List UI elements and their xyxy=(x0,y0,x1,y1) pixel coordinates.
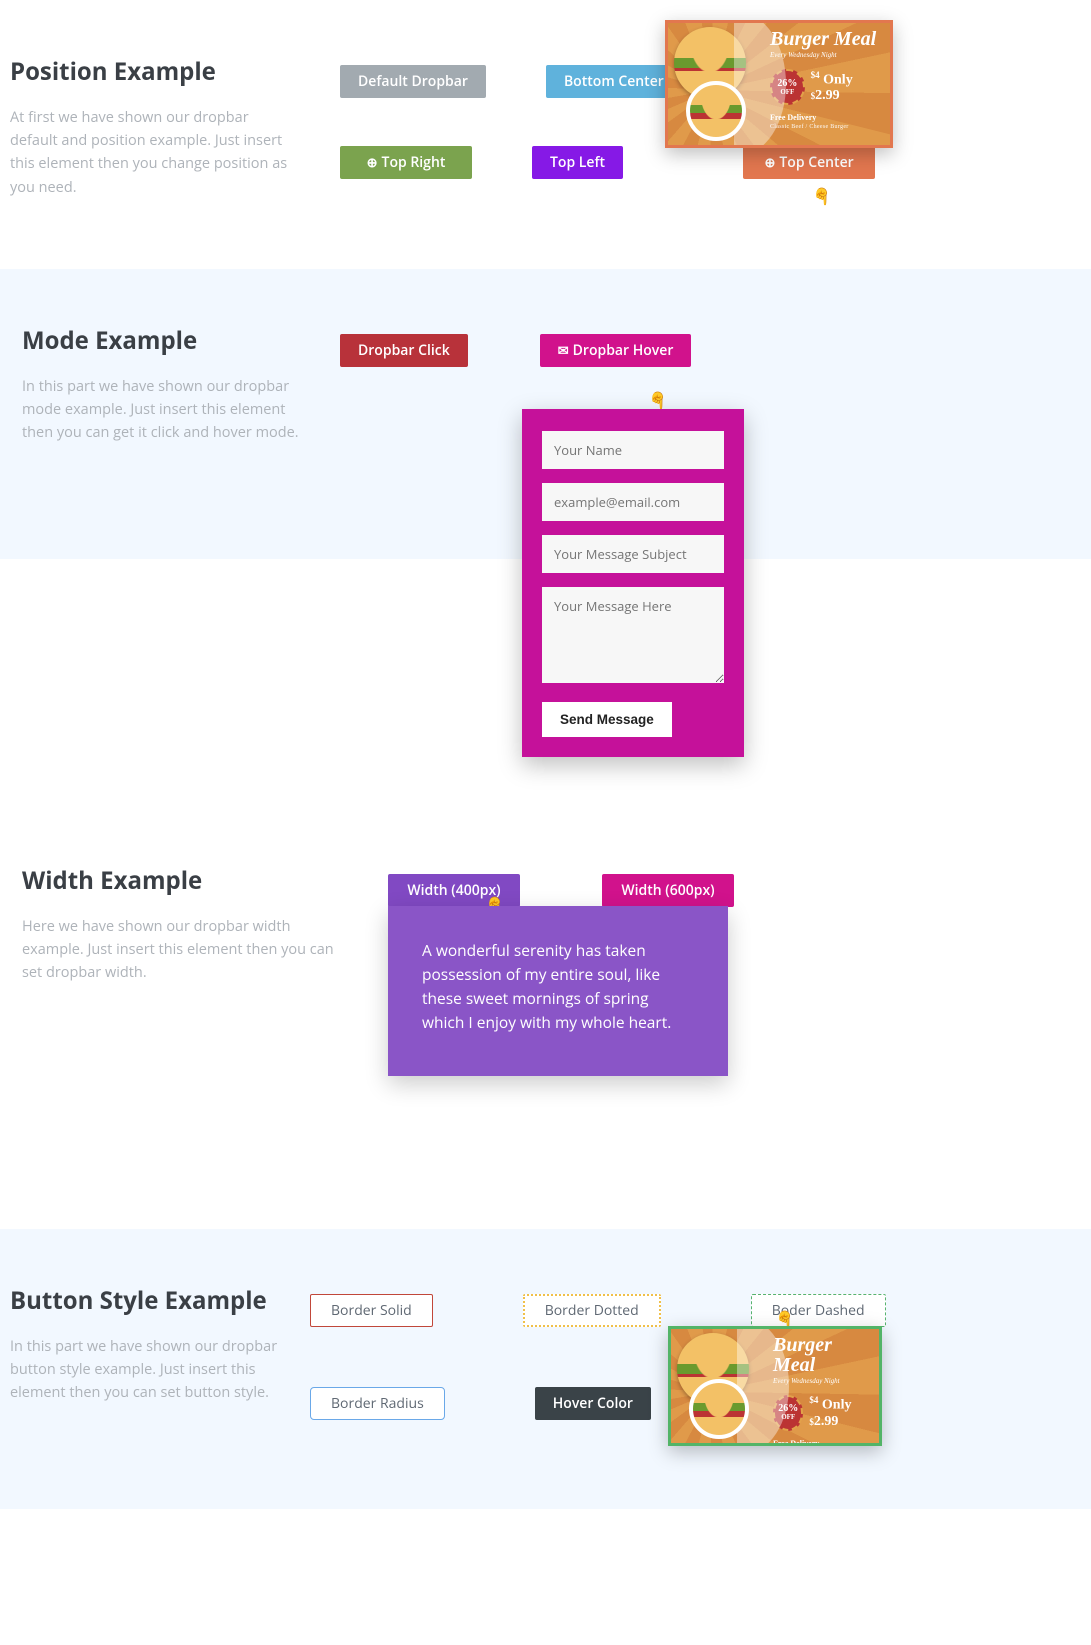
default-dropbar-button[interactable]: Default Dropbar xyxy=(340,65,486,98)
border-dotted-button[interactable]: Border Dotted xyxy=(523,1294,661,1327)
top-center-button[interactable]: Top Center xyxy=(743,146,875,179)
price-val: 2.99 xyxy=(815,88,840,103)
name-input[interactable] xyxy=(542,431,724,469)
price-pre: $4 xyxy=(811,70,820,80)
contact-form-panel: Send Message xyxy=(522,409,744,757)
ad-price: $4 Only $2.99 xyxy=(811,70,882,105)
width-600-button[interactable]: Width (600px) xyxy=(602,874,734,907)
position-desc: At first we have shown our dropbar defau… xyxy=(10,106,300,199)
ad-free: Free Delivery xyxy=(773,1439,871,1446)
border-dashed-button[interactable]: Boder Dashed xyxy=(751,1294,886,1327)
border-solid-button[interactable]: Border Solid xyxy=(310,1294,433,1327)
price-pre: $4 xyxy=(809,1395,818,1405)
price-val: 2.99 xyxy=(814,1414,839,1429)
border-radius-button[interactable]: Border Radius xyxy=(310,1387,445,1420)
mode-desc: In this part we have shown our dropbar m… xyxy=(22,375,300,445)
top-left-button[interactable]: Top Left xyxy=(532,146,623,179)
width-title: Width Example xyxy=(22,864,350,897)
bottom-center-button[interactable]: Bottom Center xyxy=(546,65,682,98)
width-content-panel: A wonderful serenity has taken possessio… xyxy=(388,906,728,1076)
mode-title: Mode Example xyxy=(22,324,300,357)
ad-price: $4 Only $2.99 xyxy=(809,1395,871,1430)
panel-text: A wonderful serenity has taken possessio… xyxy=(422,939,671,1033)
width-400-button[interactable]: Width (400px) xyxy=(388,874,520,907)
top-right-label: Top Right xyxy=(382,153,446,172)
style-title: Button Style Example xyxy=(10,1284,290,1317)
dropbar-hover-button[interactable]: Dropbar Hover xyxy=(540,334,692,367)
position-title: Position Example xyxy=(10,55,300,88)
price-only: Only xyxy=(822,1398,852,1413)
dropbar-click-button[interactable]: Dropbar Click xyxy=(340,334,468,367)
mode-buttons: Dropbar Click Dropbar Hover xyxy=(320,324,1081,367)
style-desc: In this part we have shown our dropbar b… xyxy=(10,1335,290,1405)
arrow-circle-icon xyxy=(367,153,378,172)
burger-image xyxy=(671,1329,763,1443)
envelope-icon xyxy=(558,341,569,360)
burger-ad-card-green: Burger Meal Every Wednesday Night 26% OF… xyxy=(668,1326,882,1446)
width-buttons: Width (400px) Width (600px) xyxy=(370,864,1081,907)
price-only: Only xyxy=(823,72,853,87)
subject-input[interactable] xyxy=(542,535,724,573)
ad-subtitle: Every Wednesday Night xyxy=(770,51,882,59)
hover-color-button[interactable]: Hover Color xyxy=(535,1387,651,1420)
ad-title: Burger Meal xyxy=(770,29,882,49)
ad-tiny: Classic Beef / Cheese Burger xyxy=(770,124,882,130)
width-desc: Here we have shown our dropbar width exa… xyxy=(22,915,350,985)
top-right-button[interactable]: Top Right xyxy=(340,146,472,179)
top-center-label: Top Center xyxy=(779,153,853,172)
arrow-circle-icon xyxy=(764,153,775,172)
email-input[interactable] xyxy=(542,483,724,521)
dropbar-hover-label: Dropbar Hover xyxy=(573,341,674,360)
burger-ad-card: Burger Meal Every Wednesday Night 26% OF… xyxy=(665,20,893,148)
message-textarea[interactable] xyxy=(542,587,724,683)
burger-image xyxy=(668,23,760,145)
send-message-button[interactable]: Send Message xyxy=(542,702,672,737)
ad-free: Free Delivery xyxy=(770,113,882,122)
